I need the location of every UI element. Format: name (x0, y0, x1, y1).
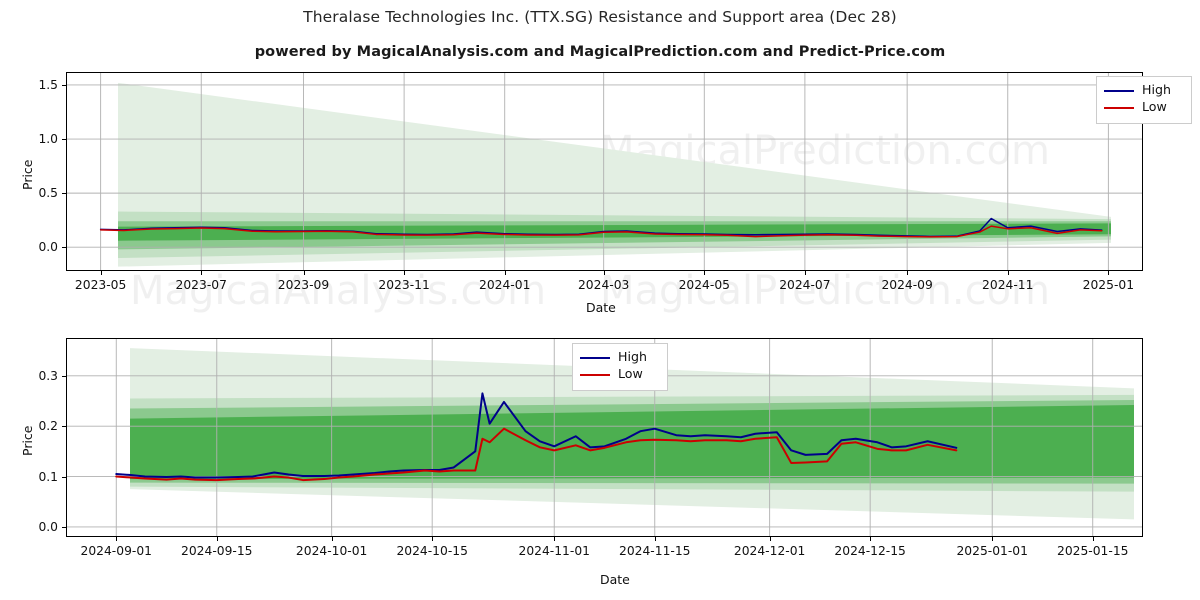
x-tick-mark (201, 271, 203, 275)
y-tick-mark (62, 193, 66, 195)
high-line-swatch (1104, 89, 1134, 92)
x-tick-mark (1092, 537, 1094, 541)
legend-label-high: High (618, 349, 647, 365)
y-tick-label: 0.0 (38, 519, 58, 534)
x-tick-mark (603, 271, 605, 275)
legend-label-high: High (1142, 82, 1171, 98)
x-tick-label: 2023-07 (175, 278, 227, 292)
x-tick-label: 2024-12-01 (733, 544, 806, 558)
y-tick-label: 0.0 (38, 240, 58, 255)
legend-row-high: High (1104, 82, 1183, 99)
y-tick-label: 1.0 (38, 132, 58, 147)
x-tick-label: 2025-01-01 (956, 544, 1028, 558)
x-tick-mark (1007, 271, 1009, 275)
overview-plot-frame (66, 72, 1143, 271)
x-tick-label: 2024-07 (779, 278, 831, 292)
y-tick-mark (62, 84, 66, 86)
x-tick-label: 2024-10-15 (396, 544, 468, 558)
page-subtitle: powered by MagicalAnalysis.com and Magic… (254, 44, 946, 60)
chart-root: Theralase Technologies Inc. (TTX.SG) Res… (0, 0, 1200, 600)
x-tick-label: 2025-01-15 (1057, 544, 1129, 558)
x-tick-label: 2023-05 (74, 278, 127, 292)
low-line-swatch (580, 373, 610, 376)
x-tick-label: 2024-11-15 (619, 544, 691, 558)
legend-row-low: Low (1104, 99, 1183, 116)
x-tick-label: 2024-09-01 (80, 544, 152, 558)
y-tick-mark (62, 139, 66, 141)
x-tick-mark (654, 537, 656, 541)
x-tick-label: 2024-09-15 (181, 544, 253, 558)
x-tick-mark (1108, 271, 1110, 275)
y-tick-label: 0.1 (38, 469, 58, 484)
y-tick-label: 0.3 (38, 368, 58, 383)
x-tick-label: 2023-11 (378, 278, 430, 292)
x-tick-label: 2024-11-01 (518, 544, 590, 558)
x-tick-mark (100, 271, 102, 275)
x-tick-mark (216, 537, 218, 541)
x-tick-mark (907, 271, 909, 275)
x-tick-label: 2025-01 (1082, 278, 1135, 292)
x-tick-label: 2024-03 (577, 278, 630, 292)
x-tick-mark (804, 271, 806, 275)
zoomed-x-axis-label: Date (600, 572, 630, 587)
overview-legend: High Low (1096, 76, 1192, 124)
x-tick-mark (554, 537, 556, 541)
x-tick-mark (704, 271, 706, 275)
legend-label-low: Low (618, 366, 643, 382)
overview-x-axis-label: Date (586, 300, 616, 315)
x-tick-mark (870, 537, 872, 541)
page-title: Theralase Technologies Inc. (TTX.SG) Res… (303, 8, 897, 26)
legend-label-low: Low (1142, 99, 1167, 115)
legend-row-high: High (580, 349, 659, 366)
x-tick-mark (404, 271, 406, 275)
y-tick-mark (62, 375, 66, 377)
y-tick-mark (62, 247, 66, 249)
x-tick-label: 2023-09 (277, 278, 330, 292)
zoomed-y-axis-label: Price (20, 425, 35, 457)
high-line-swatch (580, 356, 610, 359)
x-tick-label: 2024-11 (982, 278, 1034, 292)
x-tick-mark (303, 271, 305, 275)
zoomed-legend: High Low (572, 343, 668, 391)
y-tick-mark (62, 476, 66, 478)
low-line-swatch (1104, 106, 1134, 109)
x-tick-label: 2024-09 (881, 278, 933, 292)
x-tick-label: 2024-05 (678, 278, 730, 292)
x-tick-mark (504, 271, 506, 275)
overview-y-axis-label: Price (20, 159, 35, 191)
y-tick-mark (62, 526, 66, 528)
x-tick-mark (116, 537, 118, 541)
legend-row-low: Low (580, 366, 659, 383)
y-tick-label: 1.5 (38, 77, 58, 92)
x-tick-label: 2024-10-01 (295, 544, 368, 558)
x-tick-label: 2024-01 (479, 278, 531, 292)
x-tick-mark (432, 537, 434, 541)
x-tick-label: 2024-12-15 (834, 544, 906, 558)
x-tick-mark (992, 537, 994, 541)
overview-chart-panel (66, 72, 1143, 271)
x-tick-mark (769, 537, 771, 541)
y-tick-mark (62, 426, 66, 428)
x-tick-mark (331, 537, 333, 541)
